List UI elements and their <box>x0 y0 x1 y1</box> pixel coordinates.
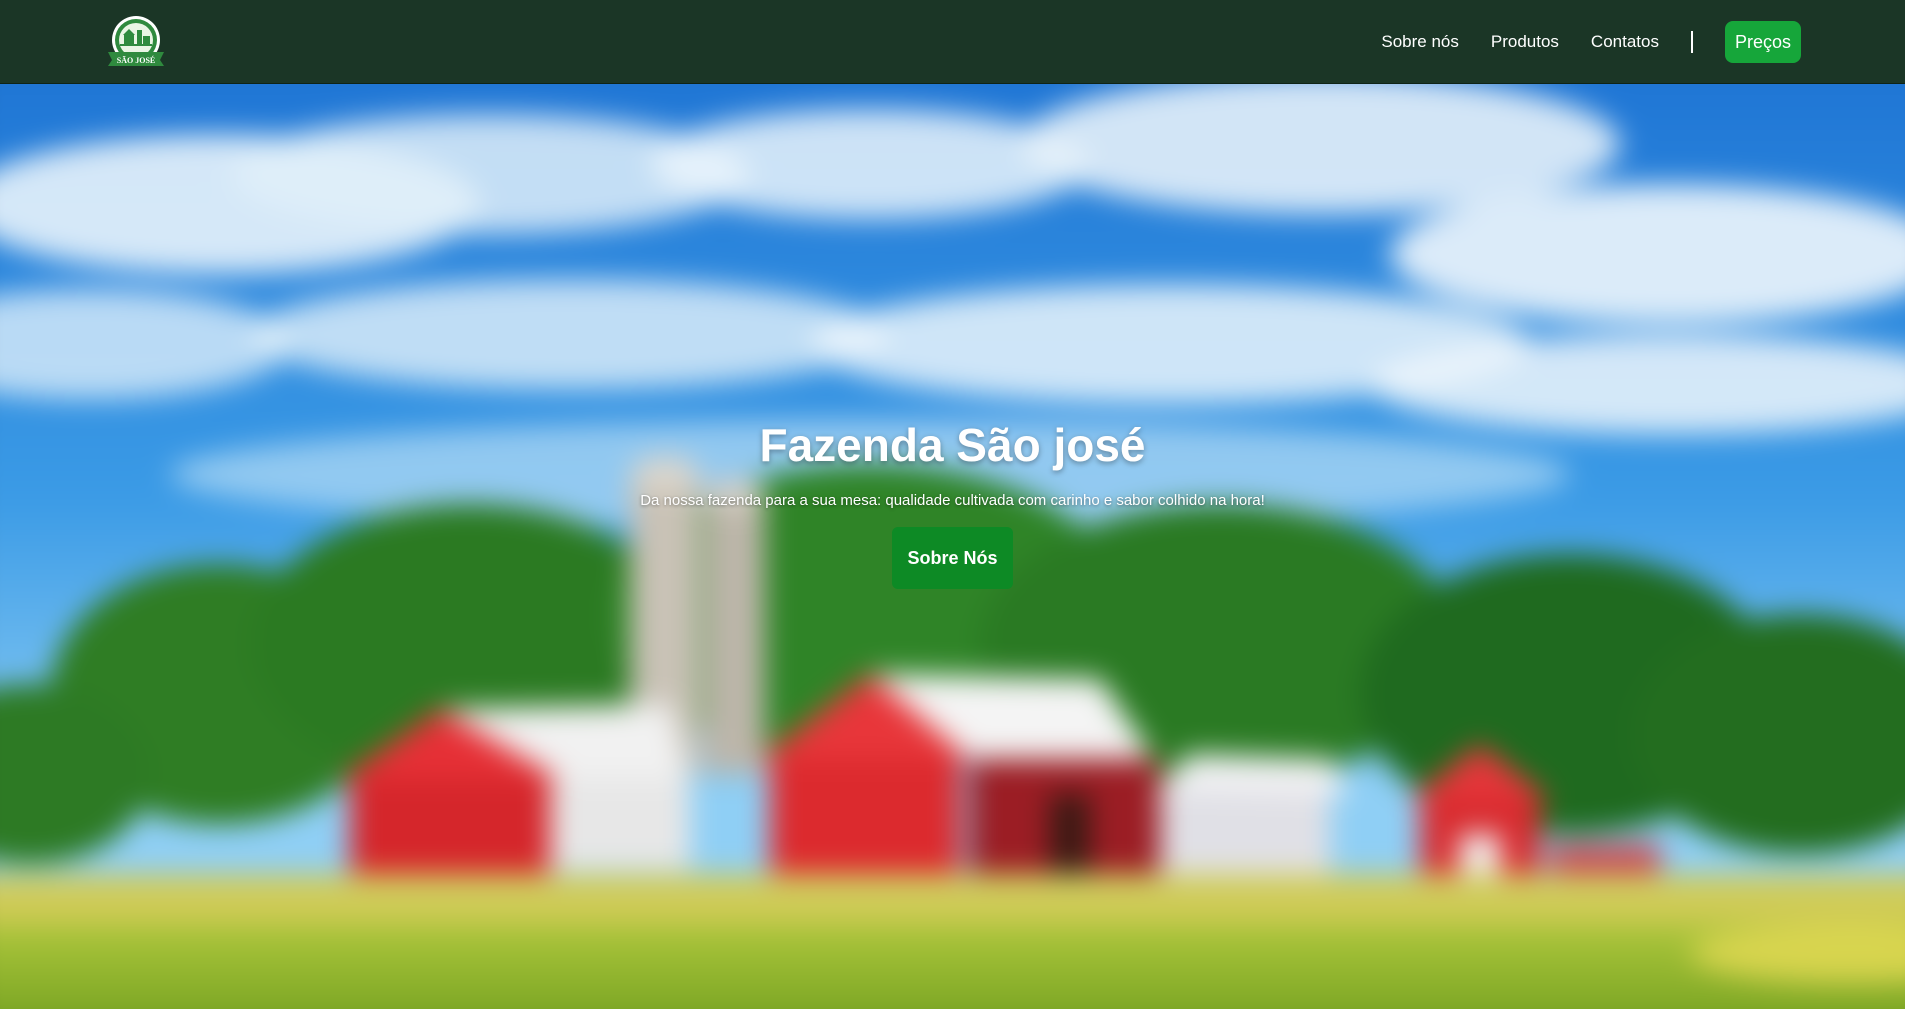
svg-text:SÃO JOSÉ: SÃO JOSÉ <box>117 55 155 65</box>
nav-link-produtos[interactable]: Produtos <box>1491 32 1559 52</box>
hero-subtitle: Da nossa fazenda para a sua mesa: qualid… <box>640 492 1265 509</box>
hero-section: Fazenda São josé Da nossa fazenda para a… <box>0 84 1905 1009</box>
nav-link-contatos[interactable]: Contatos <box>1591 32 1659 52</box>
nav-link-sobre-nos[interactable]: Sobre nós <box>1381 32 1459 52</box>
farm-logo-icon: SÃO JOSÉ <box>108 16 164 66</box>
precos-button[interactable]: Preços <box>1724 21 1801 63</box>
sobre-nos-button[interactable]: Sobre Nós <box>892 527 1013 589</box>
site-header: SÃO JOSÉ Sobre nós Produtos Contatos Pre… <box>0 0 1905 84</box>
main-nav: Sobre nós Produtos Contatos Preços <box>1381 0 1801 84</box>
hero-content: Fazenda São josé Da nossa fazenda para a… <box>0 84 1905 1009</box>
farm-logo[interactable]: SÃO JOSÉ <box>104 14 168 70</box>
hero-title: Fazenda São josé <box>759 419 1146 471</box>
nav-divider <box>1690 31 1693 53</box>
